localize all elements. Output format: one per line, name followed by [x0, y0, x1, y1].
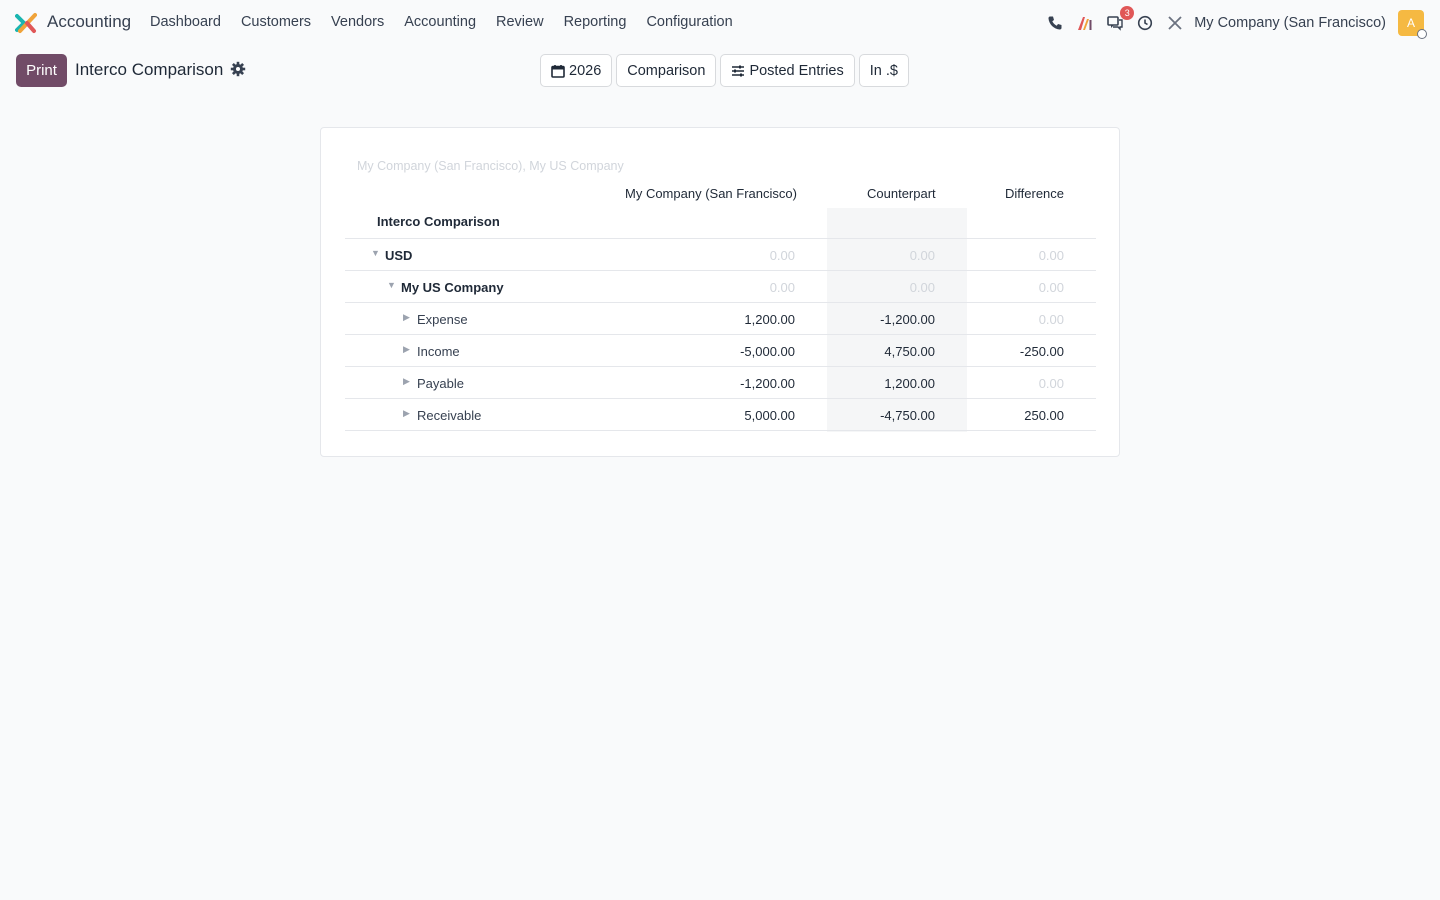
report-companies: My Company (San Francisco), My US Compan…	[357, 159, 624, 173]
cell-difference: 250.00	[1024, 408, 1064, 423]
cell-difference: 0.00	[1038, 280, 1064, 295]
menu-item-dashboard[interactable]: Dashboard	[150, 14, 221, 30]
caret-down-icon[interactable]: ▼	[387, 280, 396, 290]
cell-company: 5,000.00	[744, 408, 795, 423]
user-avatar[interactable]: A	[1398, 10, 1427, 39]
calendar-icon	[551, 64, 565, 78]
cell-counterpart: 0.00	[909, 248, 935, 263]
presence-indicator-icon	[1417, 29, 1427, 39]
column-header-difference: Difference	[1005, 186, 1065, 201]
cell-counterpart: -1,200.00	[880, 312, 935, 327]
cell-company: -1,200.00	[740, 376, 795, 391]
caret-right-icon[interactable]: ▶	[403, 376, 410, 387]
sliders-icon	[732, 65, 745, 76]
posted-entries-filter-button[interactable]: Posted Entries	[720, 54, 855, 87]
page-title: Interco Comparison	[75, 60, 224, 79]
date-filter-label: 2026	[569, 62, 602, 79]
report-section-header: Interco Comparison	[345, 207, 1096, 239]
phone-icon[interactable]	[1046, 14, 1064, 32]
currency-filter-button[interactable]: In .$	[858, 54, 909, 87]
report-row-income[interactable]: ▶ Income -5,000.00 4,750.00 -250.00	[345, 335, 1096, 367]
row-label: My US Company	[401, 280, 504, 295]
caret-right-icon[interactable]: ▶	[403, 408, 410, 419]
systray: 3 My Company (San Francisco) A	[1034, 6, 1427, 39]
row-label: Payable	[417, 376, 464, 391]
messages-badge: 3	[1120, 6, 1135, 20]
report-row-receivable[interactable]: ▶ Receivable 5,000.00 -4,750.00 250.00	[345, 399, 1096, 431]
currency-filter-label: In .$	[869, 62, 898, 79]
ai-assistant-icon[interactable]	[1076, 14, 1094, 32]
gear-icon[interactable]	[230, 61, 246, 77]
print-button[interactable]: Print	[16, 54, 67, 87]
cell-company: 1,200.00	[744, 312, 795, 327]
row-label: Receivable	[417, 408, 482, 423]
date-filter-button[interactable]: 2026	[540, 54, 613, 87]
cell-counterpart: 0.00	[909, 280, 935, 295]
report-section-title: Interco Comparison	[377, 214, 500, 229]
column-header-counterpart: Counterpart	[867, 186, 936, 201]
cell-counterpart: 1,200.00	[884, 376, 935, 391]
report-card: My Company (San Francisco), My US Compan…	[320, 127, 1120, 457]
menu-item-configuration[interactable]: Configuration	[646, 14, 732, 30]
accounting-app-icon[interactable]	[15, 12, 37, 34]
menu-item-accounting[interactable]: Accounting	[404, 14, 476, 30]
comparison-filter-label: Comparison	[627, 62, 706, 79]
avatar-letter: A	[1406, 16, 1415, 30]
debug-tools-icon[interactable]	[1166, 14, 1184, 32]
posted-entries-label: Posted Entries	[749, 62, 844, 79]
caret-down-icon[interactable]: ▼	[371, 248, 380, 258]
menu-item-customers[interactable]: Customers	[241, 14, 311, 30]
company-switcher[interactable]: My Company (San Francisco)	[1194, 15, 1386, 31]
clock-icon[interactable]	[1136, 14, 1154, 32]
caret-right-icon[interactable]: ▶	[403, 344, 410, 355]
menu-item-vendors[interactable]: Vendors	[331, 14, 384, 30]
report-filters: 2026 Comparison Posted Entries In .$	[540, 54, 913, 87]
report-row-payable[interactable]: ▶ Payable -1,200.00 1,200.00 0.00	[345, 367, 1096, 399]
report-row-expense[interactable]: ▶ Expense 1,200.00 -1,200.00 0.00	[345, 303, 1096, 335]
cell-company: 0.00	[769, 280, 795, 295]
row-label: USD	[385, 248, 413, 263]
cell-counterpart: 4,750.00	[884, 344, 935, 359]
row-label: Expense	[417, 312, 468, 327]
cell-company: 0.00	[769, 248, 795, 263]
column-header-company: My Company (San Francisco)	[625, 186, 797, 201]
cell-difference: 0.00	[1038, 248, 1064, 263]
top-navbar: Accounting Dashboard Customers Vendors A…	[0, 0, 1440, 46]
app-name[interactable]: Accounting	[47, 12, 131, 32]
cell-counterpart: -4,750.00	[880, 408, 935, 423]
menu-item-review[interactable]: Review	[496, 14, 544, 30]
cell-company: -5,000.00	[740, 344, 795, 359]
main-menu: Dashboard Customers Vendors Accounting R…	[150, 14, 753, 30]
cell-difference: 0.00	[1038, 312, 1064, 327]
caret-right-icon[interactable]: ▶	[403, 312, 410, 323]
row-label: Income	[417, 344, 460, 359]
report-row-usd[interactable]: ▼ USD 0.00 0.00 0.00	[345, 239, 1096, 271]
cell-difference: 0.00	[1038, 376, 1064, 391]
menu-item-reporting[interactable]: Reporting	[564, 14, 627, 30]
report-row-my-us-company[interactable]: ▼ My US Company 0.00 0.00 0.00	[345, 271, 1096, 303]
comparison-filter-button[interactable]: Comparison	[616, 54, 717, 87]
cell-difference: -250.00	[1019, 344, 1064, 359]
messages-icon[interactable]: 3	[1106, 6, 1135, 32]
